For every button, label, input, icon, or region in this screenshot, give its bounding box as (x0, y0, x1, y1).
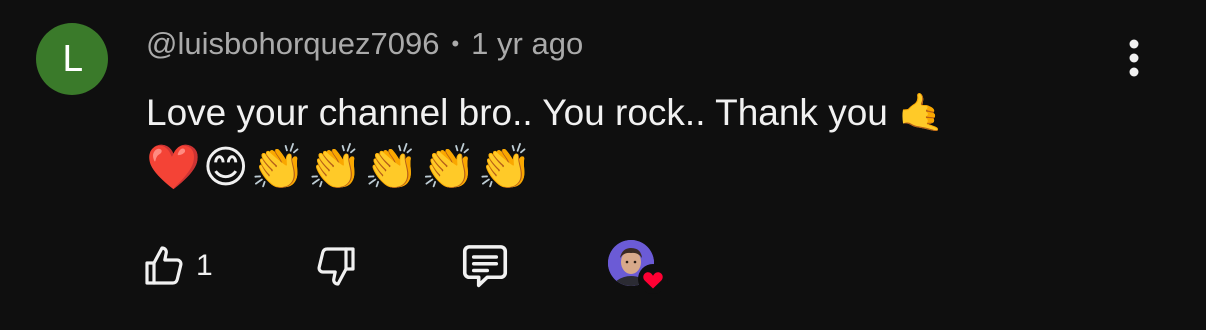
creator-heart-badge (608, 240, 672, 294)
thumbs-down-icon (317, 247, 355, 286)
call-me-hand-emoji: 🤙 (898, 91, 945, 134)
author-handle[interactable]: @luisbohorquez7096 (146, 26, 439, 62)
meta-separator: • (451, 31, 460, 56)
like-button[interactable]: 1 (140, 238, 213, 294)
comment-body: Love your channel bro.. You rock.. Thank… (146, 92, 888, 133)
heart-icon (638, 264, 668, 294)
reply-button[interactable] (458, 238, 512, 294)
comment-text: Love your channel bro.. You rock.. Thank… (146, 86, 1126, 140)
comment-actions: 1 (140, 238, 700, 294)
author-initial: L (61, 38, 83, 80)
comment-icon (462, 245, 508, 288)
author-avatar[interactable]: L (36, 23, 108, 95)
comment-item: L @luisbohorquez7096 • 1 yr ago Love you… (0, 0, 1206, 330)
more-vert-icon (1129, 39, 1139, 77)
like-count: 1 (196, 249, 213, 282)
more-options-button[interactable] (1112, 36, 1156, 80)
thumbs-up-icon (145, 246, 183, 285)
comment-emoji-line: ❤️😊👏👏👏👏👏 (146, 142, 535, 193)
comment-timestamp[interactable]: 1 yr ago (471, 26, 583, 62)
dislike-button[interactable] (312, 238, 360, 294)
comment-meta: @luisbohorquez7096 • 1 yr ago (146, 26, 583, 62)
